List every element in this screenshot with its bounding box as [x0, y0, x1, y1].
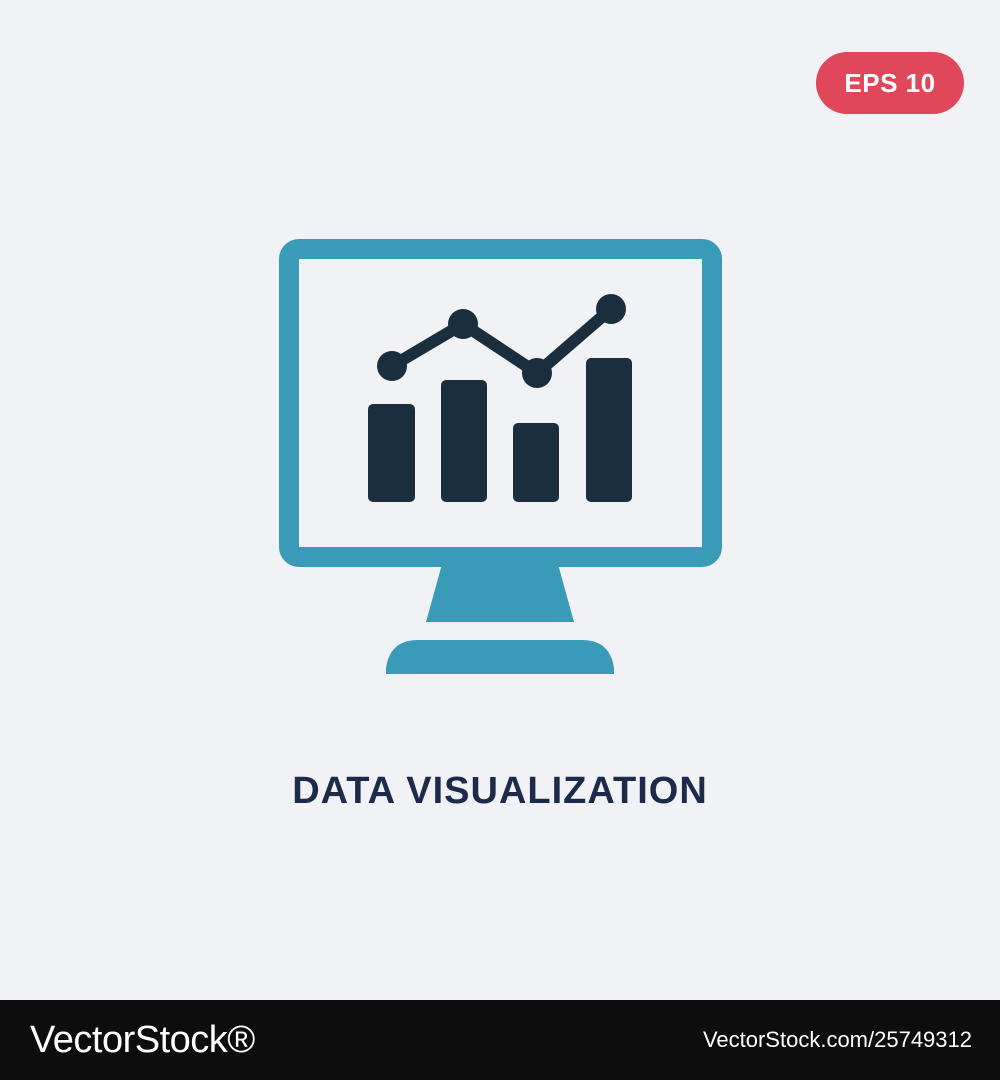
monitor-stand-base [386, 640, 614, 674]
chart-bar [368, 404, 415, 502]
image-id-text: VectorStock.com/25749312 [702, 1027, 972, 1052]
footer-bar: VectorStock® VectorStock.com/25749312 [0, 1000, 1000, 1080]
vectorstock-logo: VectorStock® [30, 1018, 255, 1061]
chart-point [596, 294, 626, 324]
chart-point [448, 309, 478, 339]
chart-trend-line [386, 303, 617, 379]
chart-bar [586, 358, 632, 502]
monitor-frame [279, 239, 722, 567]
chart-bar [513, 423, 559, 502]
chart-point [522, 358, 552, 388]
data-visualization-monitor-icon [0, 0, 1000, 1000]
page: EPS 10 DATA VISUALIZATION VectorStock® V… [0, 0, 1000, 1080]
chart-point [377, 351, 407, 381]
icon-caption: DATA VISUALIZATION [292, 770, 708, 812]
monitor-chart-svg [279, 239, 722, 674]
monitor-stand-neck [426, 557, 574, 622]
chart-bar [441, 380, 487, 502]
